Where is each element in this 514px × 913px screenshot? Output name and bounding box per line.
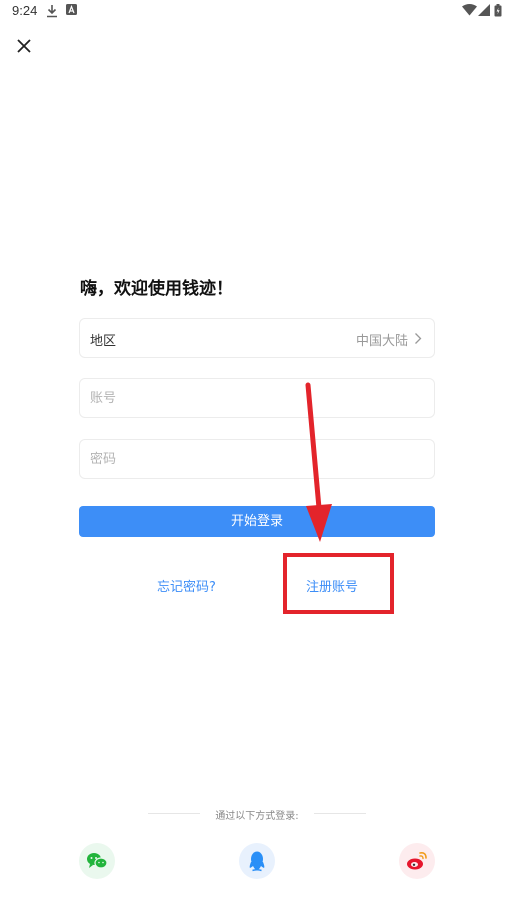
region-selector[interactable]: 地区 中国大陆 (79, 318, 435, 358)
status-time: 9:24 (12, 3, 38, 18)
wechat-icon (87, 853, 108, 869)
annotation-highlight-box (283, 553, 394, 614)
account-field-container (79, 378, 435, 418)
account-input[interactable] (80, 379, 434, 417)
weibo-login-button[interactable] (399, 843, 435, 879)
page-title: 嗨，欢迎使用钱迹！ (80, 279, 233, 299)
status-bar: 9:24 (0, 0, 514, 22)
qq-login-button[interactable] (239, 843, 275, 879)
close-button[interactable] (12, 34, 36, 58)
region-label: 地区 (90, 334, 117, 349)
weibo-icon (407, 852, 427, 870)
a-badge-icon (66, 4, 77, 15)
wechat-login-button[interactable] (79, 843, 115, 879)
password-field-container (79, 439, 435, 479)
signal-icon (478, 4, 490, 16)
password-input[interactable] (80, 440, 434, 478)
third-party-label: 通过以下方式登录: (215, 811, 299, 822)
login-button[interactable]: 开始登录 (79, 506, 435, 537)
download-icon (47, 5, 57, 18)
qq-icon (249, 851, 265, 872)
battery-icon (494, 4, 502, 17)
wifi-icon (462, 4, 477, 16)
annotation-arrow (305, 382, 332, 542)
close-icon (17, 39, 31, 53)
chevron-right-icon (415, 333, 422, 344)
forgot-password-link[interactable]: 忘记密码? (157, 576, 216, 595)
region-value: 中国大陆 (355, 334, 408, 349)
